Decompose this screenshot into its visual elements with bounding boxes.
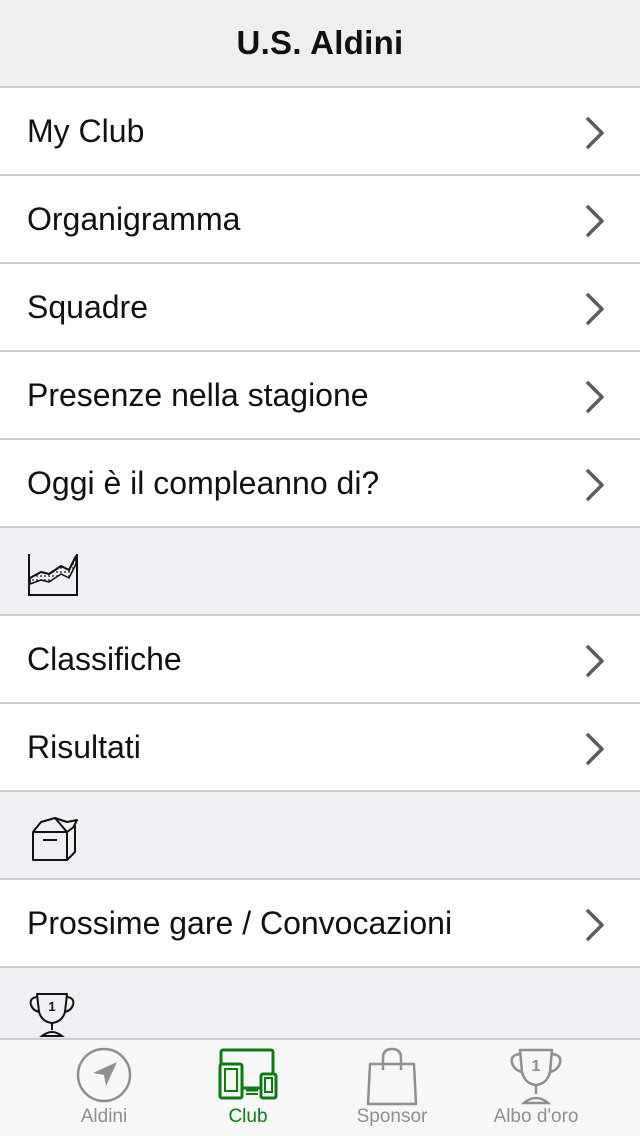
menu-item-organigramma[interactable]: Organigramma — [0, 176, 640, 264]
tab-label: Sponsor — [356, 1106, 428, 1127]
menu-item-label: Classifiche — [27, 640, 182, 677]
tab-sponsor[interactable]: Sponsor — [320, 1040, 464, 1136]
chevron-right-icon — [586, 117, 604, 149]
trophy-icon: 1 — [29, 993, 75, 1037]
chevron-right-icon — [586, 733, 604, 765]
menu-item-label: Prossime gare / Convocazioni — [27, 904, 453, 941]
chevron-right-icon — [586, 645, 604, 677]
svg-text:1: 1 — [532, 1058, 541, 1075]
section-header-matches — [0, 792, 640, 880]
menu-list: My Club Organigramma Squadre Presenze ne… — [0, 88, 640, 1056]
chevron-right-icon — [586, 469, 604, 501]
tab-label: Albo d'oro — [493, 1106, 579, 1127]
section-header-stats — [0, 528, 640, 616]
tab-label: Aldini — [80, 1106, 128, 1127]
chevron-right-icon — [586, 293, 604, 325]
navigation-arrow-icon — [76, 1047, 132, 1103]
menu-item-label: My Club — [27, 112, 145, 149]
tab-albo-doro[interactable]: 1 Albo d'oro — [464, 1040, 608, 1136]
menu-item-label: Oggi è il compleanno di? — [27, 464, 380, 501]
menu-item-label: Presenze nella stagione — [27, 376, 369, 413]
menu-item-prossime-gare[interactable]: Prossime gare / Convocazioni — [0, 880, 640, 968]
tab-club[interactable]: Club — [176, 1040, 320, 1136]
open-box-icon — [32, 817, 78, 861]
menu-item-presenze[interactable]: Presenze nella stagione — [0, 352, 640, 440]
chart-area-icon — [28, 554, 78, 596]
navigation-bar: U.S. Aldini — [0, 0, 640, 88]
tab-bar: Aldini Club Sponsor 1 Albo d'oro — [0, 1038, 640, 1136]
tab-aldini[interactable]: Aldini — [32, 1040, 176, 1136]
shopping-bag-icon — [366, 1047, 418, 1106]
chevron-right-icon — [586, 381, 604, 413]
trophy-icon: 1 — [510, 1048, 562, 1105]
menu-item-label: Squadre — [27, 288, 148, 325]
menu-item-compleanno[interactable]: Oggi è il compleanno di? — [0, 440, 640, 528]
app-screen: U.S. Aldini My Club Organigramma Squadre… — [0, 0, 640, 1136]
chevron-right-icon — [586, 909, 604, 941]
menu-item-my-club[interactable]: My Club — [0, 88, 640, 176]
menu-item-label: Organigramma — [27, 200, 241, 237]
menu-item-risultati[interactable]: Risultati — [0, 704, 640, 792]
menu-item-label: Risultati — [27, 728, 141, 765]
devices-icon — [218, 1048, 278, 1100]
menu-item-squadre[interactable]: Squadre — [0, 264, 640, 352]
svg-text:1: 1 — [48, 999, 55, 1014]
chevron-right-icon — [586, 205, 604, 237]
page-title: U.S. Aldini — [236, 24, 404, 61]
menu-item-classifiche[interactable]: Classifiche — [0, 616, 640, 704]
tab-label: Club — [228, 1106, 268, 1127]
